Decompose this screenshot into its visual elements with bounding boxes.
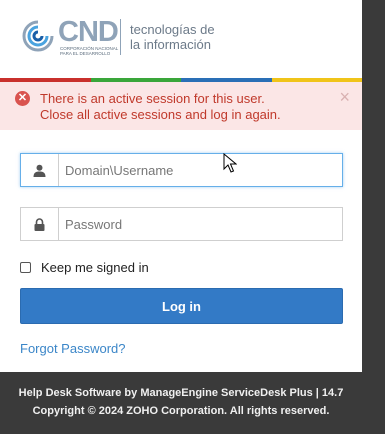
forgot-password-link[interactable]: Forgot Password? (20, 341, 126, 356)
user-icon (21, 154, 59, 186)
keep-signed-in-checkbox[interactable] (20, 262, 31, 273)
login-card: CND CORPORACIÓN NACIONAL PARA EL DESARRO… (0, 0, 362, 372)
lock-icon (21, 208, 59, 240)
mouse-cursor-icon (223, 153, 237, 173)
keep-signed-in[interactable]: Keep me signed in (20, 260, 149, 275)
footer: Help Desk Software by ManageEngine Servi… (0, 384, 362, 420)
username-input[interactable] (60, 154, 341, 186)
close-icon[interactable]: × (339, 87, 350, 108)
username-field[interactable] (20, 153, 343, 187)
footer-product: Help Desk Software by ManageEngine Servi… (18, 387, 344, 399)
session-alert: ✕ There is an active session for this us… (0, 82, 362, 130)
logo-tagline-line1: tecnologías de (130, 22, 215, 37)
password-field[interactable] (20, 207, 343, 241)
password-input[interactable] (60, 208, 341, 240)
logo-tagline: tecnologías de la información (130, 22, 215, 52)
alert-message: There is an active session for this user… (40, 91, 330, 122)
cnd-logo: CND CORPORACIÓN NACIONAL PARA EL DESARRO… (20, 16, 350, 62)
login-button[interactable]: Log in (20, 288, 343, 324)
logo-divider (120, 19, 121, 55)
keep-signed-in-label: Keep me signed in (41, 260, 149, 275)
alert-line1: There is an active session for this user… (40, 91, 265, 106)
alert-line2: Close all active sessions and log in aga… (40, 106, 281, 122)
x-circle-icon: ✕ (15, 91, 30, 106)
footer-copyright: Copyright © 2024 ZOHO Corporation. All r… (32, 405, 330, 417)
logo-tagline-line2: la información (130, 37, 211, 52)
logo-brand: CND (58, 16, 119, 48)
cnd-logo-mark-icon (22, 20, 54, 52)
